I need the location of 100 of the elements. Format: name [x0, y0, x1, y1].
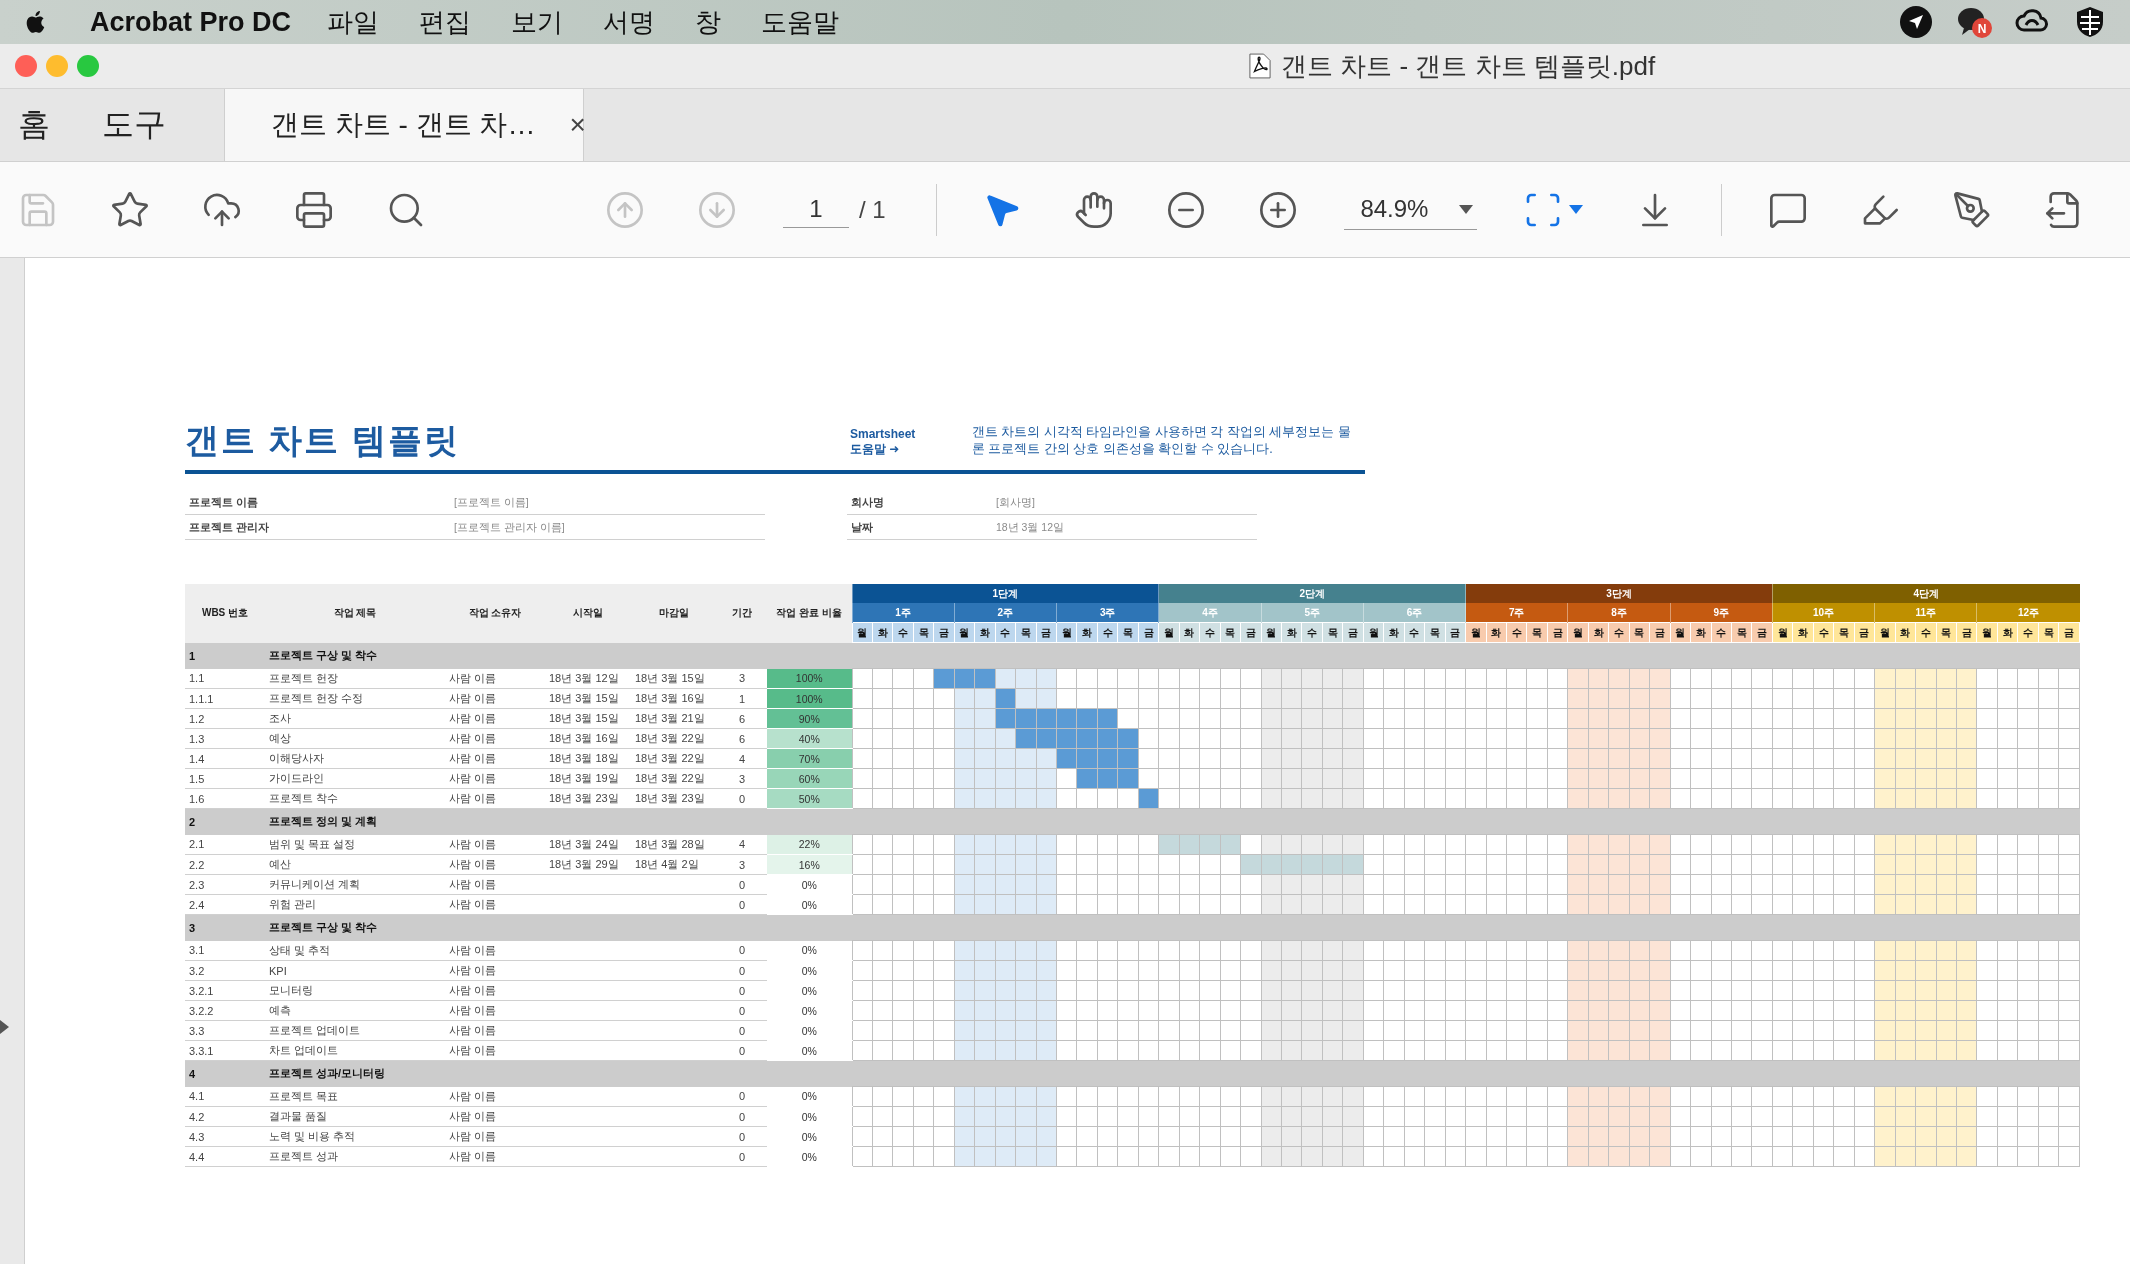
table-cell: 사람 이름	[445, 688, 545, 709]
day-header: 화	[1792, 622, 1814, 643]
table-cell: 예상	[265, 728, 445, 749]
field-label: 날짜	[851, 521, 874, 535]
day-header: 화	[1690, 622, 1712, 643]
table-cell: 3.2	[185, 960, 265, 981]
day-header: 목	[1117, 622, 1139, 643]
notification-count: N	[1977, 21, 1987, 36]
day-header: 수	[1199, 622, 1221, 643]
zoom-dropdown[interactable]: 84.9%	[1344, 189, 1478, 230]
day-header: 수	[1915, 622, 1936, 643]
day-header: 금	[1956, 622, 1977, 643]
percent-cell: 0%	[767, 1106, 852, 1127]
expand-panel-icon[interactable]	[0, 1020, 9, 1034]
column-header: 작업 완료 비율	[767, 584, 852, 643]
field-value: [프로젝트 이름]	[454, 496, 530, 510]
day-header: 화	[1486, 622, 1507, 643]
table-cell: 이해당사자	[265, 748, 445, 769]
table-cell: 예측	[265, 1000, 445, 1021]
percent-cell: 0%	[767, 1086, 852, 1107]
day-header: 금	[1854, 622, 1875, 643]
percent-cell: 0%	[767, 1020, 852, 1041]
day-header: 월	[1874, 622, 1896, 643]
menu-item[interactable]: 편집	[419, 4, 472, 40]
table-cell: 18년 3월 15일	[549, 712, 619, 724]
table-cell: 2.2	[185, 854, 265, 875]
menu-item[interactable]: 파일	[327, 4, 380, 40]
table-cell: 1.4	[185, 748, 265, 769]
close-tab-button[interactable]: ×	[569, 109, 586, 141]
day-header: 월	[954, 622, 975, 643]
day-header: 목	[913, 622, 934, 643]
percent-cell: 0%	[767, 1040, 852, 1061]
table-cell: 18년 3월 22일	[635, 772, 705, 784]
day-header: 목	[1629, 622, 1650, 643]
day-header: 화	[1281, 622, 1302, 643]
table-cell: 사람 이름	[445, 874, 545, 895]
week-header: 12주	[1976, 603, 2080, 623]
phase-header: 3단계	[1465, 584, 1773, 603]
week-header: 11주	[1874, 603, 1977, 623]
table-cell: 프로젝트 헌장 수정	[265, 688, 445, 709]
day-header: 수	[1711, 622, 1732, 643]
table-cell: 가이드라인	[265, 768, 445, 789]
table-cell: 1.1.1	[185, 688, 265, 709]
table-cell: 4.2	[185, 1106, 265, 1127]
day-header: 금	[1547, 622, 1568, 643]
percent-cell: 0%	[767, 874, 852, 895]
day-header: 화	[1383, 622, 1405, 643]
tab[interactable]: 홈	[0, 89, 84, 161]
table-cell: 사람 이름	[445, 960, 545, 981]
day-header: 화	[1179, 622, 1200, 643]
column-header: 작업 제목	[265, 584, 445, 643]
percent-cell: 50%	[767, 788, 852, 809]
menu-item[interactable]: 서명	[603, 4, 656, 40]
table-cell: 상태 및 추적	[265, 940, 445, 961]
week-header: 4주	[1158, 603, 1262, 623]
percent-cell: 90%	[767, 708, 852, 729]
percent-cell: 0%	[767, 1000, 852, 1021]
table-cell: 18년 3월 12일	[549, 671, 619, 684]
day-header: 수	[1301, 622, 1323, 643]
table-cell: 커뮤니케이션 계획	[265, 874, 445, 895]
zoom-in-icon	[1258, 189, 1299, 230]
percent-cell: 60%	[767, 768, 852, 789]
table-cell: 차트 업데이트	[265, 1040, 445, 1061]
field-label: 회사명	[851, 496, 885, 510]
group-number: 3	[185, 914, 265, 941]
day-header: 화	[1588, 622, 1609, 643]
tab[interactable]: 갠트 차트 - 갠트 차… ×	[224, 89, 584, 161]
document-title: 갠트 차트 템플릿	[185, 420, 461, 461]
tab[interactable]: 도구	[84, 89, 224, 161]
day-header: 목	[1936, 622, 1957, 643]
table-cell: 사람 이름	[445, 1106, 545, 1127]
table-cell: 18년 4월 2일	[635, 858, 699, 870]
menu-item[interactable]: 창	[695, 4, 722, 40]
percent-cell: 22%	[767, 834, 852, 855]
menu-item[interactable]: 도움말	[761, 4, 840, 40]
day-header: 수	[2017, 622, 2039, 643]
group-title: 프로젝트 성과/모니터링	[265, 1060, 852, 1087]
table-cell: 결과물 품질	[265, 1106, 445, 1127]
page-number-field[interactable]: 1	[783, 191, 849, 228]
day-header: 수	[1404, 622, 1425, 643]
table-cell: 사람 이름	[445, 834, 545, 855]
table-cell: 사람 이름	[445, 1126, 545, 1147]
table-cell: 18년 3월 23일	[635, 792, 705, 804]
close-window-button[interactable]	[15, 55, 37, 77]
column-header: WBS 번호	[185, 584, 265, 643]
day-header: 수	[1097, 622, 1118, 643]
week-header: 5주	[1261, 603, 1364, 623]
arrow-up-icon	[605, 189, 645, 230]
menu-item[interactable]: 보기	[511, 4, 564, 40]
help-link[interactable]: 도움말 ➜	[850, 441, 972, 458]
day-header: 수	[1813, 622, 1834, 643]
group-number: 1	[185, 642, 265, 669]
day-header: 금	[1342, 622, 1364, 643]
table-cell: 18년 3월 21일	[635, 712, 705, 724]
location-icon[interactable]	[1898, 4, 1934, 40]
day-header: 화	[1077, 622, 1098, 643]
description: 갠트 차트의 시각적 타임라인을 사용하면 각 작업의 세부정보는 물론 프로젝트 간의 상호 의존성을 확인할 수 있습니다.	[972, 424, 1352, 458]
app-name[interactable]: Acrobat Pro DC	[90, 6, 292, 38]
day-header: 목	[1424, 622, 1446, 643]
table-cell: 사람 이름	[445, 748, 545, 769]
